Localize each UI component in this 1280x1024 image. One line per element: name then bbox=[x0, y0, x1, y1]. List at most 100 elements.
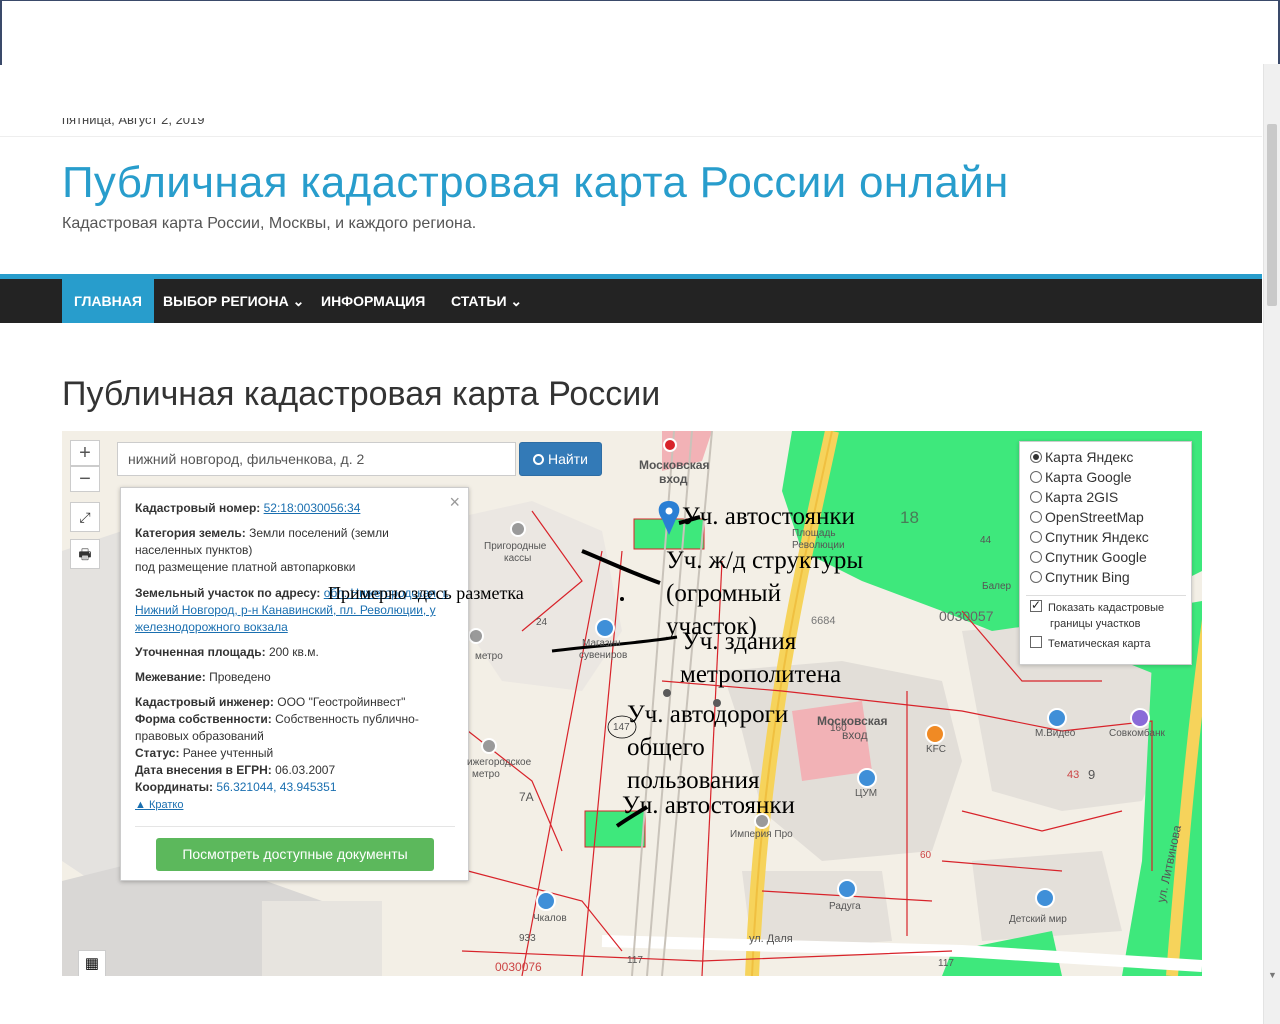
layer-option-label: Спутник Bing bbox=[1045, 569, 1130, 585]
category-value-line2: населенных пунктов) bbox=[135, 543, 253, 557]
map-label-kfc: KFC bbox=[926, 744, 946, 755]
scroll-down-arrow-icon[interactable]: ▼ bbox=[1264, 970, 1280, 984]
ownership-value-line2: правовых образований bbox=[135, 729, 264, 743]
layer-toggle-icon[interactable]: ▦ bbox=[78, 950, 106, 976]
fullscreen-icon[interactable]: ⤢ bbox=[70, 502, 100, 532]
site-title[interactable]: Публичная кадастровая карта России онлай… bbox=[62, 158, 1009, 208]
map-number-6684: 6684 bbox=[811, 615, 836, 627]
map-label-metro: метро bbox=[475, 651, 503, 662]
show-borders-checkbox[interactable]: Показать кадастровые bbox=[1030, 597, 1165, 616]
layer-option-label: Карта Яндекс bbox=[1045, 449, 1134, 465]
zoom-out-button[interactable]: − bbox=[70, 466, 100, 492]
layer-option-label: Спутник Google bbox=[1045, 549, 1147, 565]
radio-icon[interactable] bbox=[1030, 471, 1042, 483]
checkbox-checked-icon[interactable] bbox=[1030, 597, 1042, 613]
map-number-7a: 7А bbox=[519, 790, 534, 804]
map-number-60: 60 bbox=[920, 850, 932, 861]
nav-item-info[interactable]: ИНФОРМАЦИЯ bbox=[309, 279, 437, 323]
map-label-moskovskaya-big: Московская bbox=[817, 714, 888, 728]
layer-option-label: Карта 2GIS bbox=[1045, 489, 1119, 505]
radio-icon[interactable] bbox=[1030, 571, 1042, 583]
radio-icon[interactable] bbox=[1030, 451, 1042, 463]
status-label: Статус: bbox=[135, 746, 180, 760]
view-documents-button[interactable]: Посмотреть доступные документы bbox=[156, 838, 434, 871]
category-value-line3: под размещение платной автопарковки bbox=[135, 560, 356, 574]
page-scrollbar[interactable]: ▼ bbox=[1263, 64, 1280, 1024]
browser-window: ▼ пятница, Август 2, 2019 Публичная када… bbox=[0, 0, 1280, 1024]
search-button[interactable]: Найти bbox=[519, 442, 602, 476]
address-search-input[interactable]: нижний новгород, фильченкова, д. 2 bbox=[117, 442, 516, 476]
map-number-117a: 117 bbox=[627, 955, 643, 966]
radio-icon[interactable] bbox=[1030, 531, 1042, 543]
map-label-moskovskaya: Московская bbox=[639, 458, 710, 472]
radio-icon[interactable] bbox=[1030, 551, 1042, 563]
annotation-marking: Примерно здесь разметка bbox=[328, 583, 524, 603]
engineer-value: ООО "Геостройинвест" bbox=[277, 695, 406, 709]
cadastral-number-link[interactable]: 52:18:0030056:34 bbox=[264, 501, 361, 515]
search-icon bbox=[533, 454, 545, 465]
layer-option-bing-satellite[interactable]: Спутник Bing bbox=[1030, 567, 1130, 587]
brief-toggle-link[interactable]: ▲ Кратко bbox=[135, 797, 455, 814]
map-label-detsky-mir: Детский мир bbox=[1009, 914, 1067, 925]
date-line: пятница, Август 2, 2019 bbox=[62, 112, 205, 127]
map-label-mvideo: М.Видео bbox=[1035, 728, 1076, 739]
main-nav: ГЛАВНАЯ ВЫБОР РЕГИОНА ⌄ ИНФОРМАЦИЯ СТАТЬ… bbox=[0, 279, 1262, 323]
checkbox-icon[interactable] bbox=[1030, 636, 1042, 648]
zoom-in-button[interactable]: + bbox=[70, 440, 100, 466]
map-number-160: 160 bbox=[830, 723, 847, 734]
egrn-date-value: 06.03.2007 bbox=[275, 763, 336, 777]
nav-item-region[interactable]: ВЫБОР РЕГИОНА ⌄ bbox=[151, 279, 316, 323]
ownership-value-line1: Собственность публично- bbox=[275, 712, 419, 726]
thematic-map-checkbox[interactable]: Тематическая карта bbox=[1030, 636, 1150, 652]
coords-value[interactable]: 56.321044, 43.945351 bbox=[216, 780, 336, 794]
scrollbar-thumb[interactable] bbox=[1267, 124, 1277, 306]
show-borders-label-line1: Показать кадастровые bbox=[1048, 602, 1165, 614]
map-label-valeria: Балер bbox=[982, 581, 1012, 592]
map-label-chkalov: Чкалов bbox=[533, 913, 567, 924]
layer-option-yandex-satellite[interactable]: Спутник Яндекс bbox=[1030, 527, 1149, 547]
map-label-sovcombank: Совкомбанк bbox=[1109, 728, 1165, 739]
annotation-metro-line2: метрополитена bbox=[680, 661, 842, 688]
map-label-nizhegorodskoe: ижегородское bbox=[467, 757, 532, 768]
map-label-vhod: вход bbox=[659, 472, 688, 486]
radio-icon[interactable] bbox=[1030, 511, 1042, 523]
search-input-value: нижний новгород, фильченкова, д. 2 bbox=[128, 451, 365, 467]
map-number-0030076: 0030076 bbox=[495, 960, 542, 974]
layer-option-2gis-map[interactable]: Карта 2GIS bbox=[1030, 487, 1118, 507]
coords-label: Координаты: bbox=[135, 780, 214, 794]
map-label-prigorodnye: Пригородные bbox=[484, 541, 547, 552]
thematic-map-label: Тематическая карта bbox=[1048, 638, 1151, 650]
nav-item-articles[interactable]: СТАТЬИ ⌄ bbox=[439, 279, 534, 323]
print-icon[interactable]: 🖶 bbox=[70, 539, 100, 569]
map-number-0030057: 0030057 bbox=[939, 608, 994, 624]
map-label-raduga: Радуга bbox=[829, 901, 861, 912]
layer-option-google-map[interactable]: Карта Google bbox=[1030, 467, 1132, 487]
parcel-info-popup: × Кадастровый номер: 52:18:0030056:34 Ка… bbox=[120, 487, 469, 881]
nav-item-home[interactable]: ГЛАВНАЯ bbox=[62, 279, 154, 323]
page-title: Публичная кадастровая карта России bbox=[62, 375, 661, 413]
popup-divider bbox=[135, 826, 455, 827]
layer-option-osm[interactable]: OpenStreetMap bbox=[1030, 507, 1144, 527]
address-label: Земельный участок по адресу: bbox=[135, 586, 321, 600]
address-link-line3[interactable]: железнодорожного вокзала bbox=[135, 619, 455, 636]
layer-option-yandex-map[interactable]: Карта Яндекс bbox=[1030, 447, 1133, 467]
radio-icon[interactable] bbox=[1030, 491, 1042, 503]
ownership-label: Форма собственности: bbox=[135, 712, 272, 726]
map-number-43: 43 bbox=[1067, 769, 1080, 781]
cadastral-map[interactable]: + − ⤢ 🖶 нижний новгород, фильченкова, д.… bbox=[62, 431, 1202, 976]
map-label-nizhegorodskoe-metro: метро bbox=[472, 769, 500, 780]
show-borders-label-line2: границы участков bbox=[1050, 618, 1141, 630]
map-label-suveniry: сувениров bbox=[579, 650, 628, 661]
map-label-ul-dalya: ул. Даля bbox=[749, 933, 793, 945]
map-layers-panel: Карта Яндекс Карта Google Карта 2GIS Ope… bbox=[1019, 441, 1192, 665]
egrn-date-label: Дата внесения в ЕГРН: bbox=[135, 763, 272, 777]
area-label: Уточненная площадь: bbox=[135, 645, 266, 659]
layer-option-google-satellite[interactable]: Спутник Google bbox=[1030, 547, 1147, 567]
area-value: 200 кв.м. bbox=[268, 645, 319, 659]
map-number-117b: 117 bbox=[938, 958, 954, 969]
category-value-line1: Земли поселений (земли bbox=[249, 526, 389, 540]
map-number-9: 9 bbox=[1088, 767, 1096, 782]
cadastral-number-label: Кадастровый номер: bbox=[135, 501, 261, 515]
search-button-label: Найти bbox=[547, 451, 588, 467]
annotation-road-line2: общего bbox=[627, 734, 705, 761]
